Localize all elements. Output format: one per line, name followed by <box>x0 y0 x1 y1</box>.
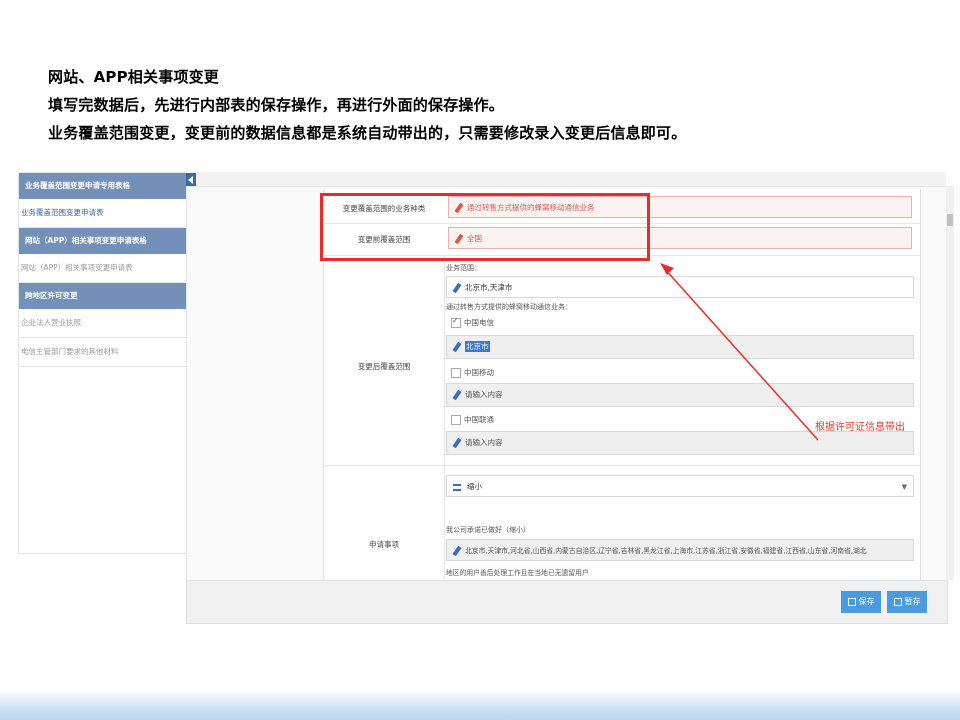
callout-text: 根据许可证信息带出 <box>815 422 905 433</box>
callout-arrow-head <box>660 263 674 275</box>
callout-arrow-line <box>663 267 819 441</box>
callout-arrow <box>660 263 819 441</box>
footer-gradient <box>0 690 960 720</box>
